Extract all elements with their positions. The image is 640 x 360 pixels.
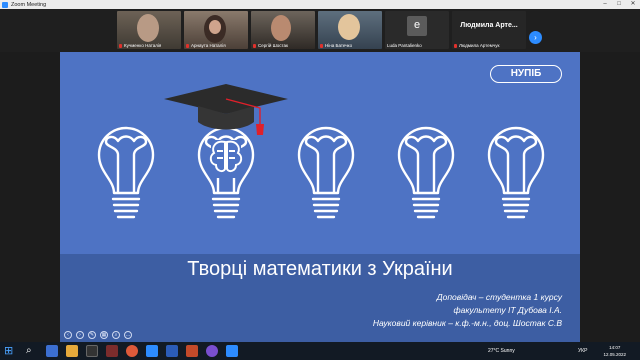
participant-tile[interactable]: Сергій Шостак bbox=[251, 11, 315, 49]
slideshow-toolbar: ‹ › ✎ ▦ ⌕ … bbox=[64, 331, 132, 339]
mic-muted-icon bbox=[454, 43, 457, 48]
zoom-icon[interactable]: ⌕ bbox=[112, 331, 120, 339]
zoom-logo-icon bbox=[2, 1, 8, 8]
mic-muted-icon bbox=[253, 43, 256, 48]
gallery-next-icon[interactable]: › bbox=[529, 31, 542, 44]
window-title: Zoom Meeting bbox=[11, 1, 47, 8]
video-gallery: Кучменко Наталія Арнаута Наталія Сергій … bbox=[0, 9, 640, 52]
pen-icon[interactable]: ✎ bbox=[88, 331, 96, 339]
lightbulb-icon bbox=[487, 126, 545, 219]
participant-display-name: Людмила Арте... bbox=[460, 22, 518, 29]
powerpoint-icon[interactable] bbox=[186, 345, 198, 357]
system-clock[interactable]: 14:07 12.05.2022 bbox=[603, 344, 626, 358]
clock-time: 14:07 bbox=[609, 345, 621, 350]
mic-muted-icon bbox=[320, 43, 323, 48]
graduation-cap-icon bbox=[164, 84, 288, 135]
participant-name: Luda Pantalienko bbox=[387, 43, 422, 48]
participant-tile[interactable]: Ніна Батечко bbox=[318, 11, 382, 49]
mic-muted-icon bbox=[119, 43, 122, 48]
clock-date: 12.05.2022 bbox=[603, 352, 626, 357]
participant-name: Арнаута Наталія bbox=[191, 43, 226, 48]
edge-icon[interactable] bbox=[46, 345, 58, 357]
zoom-meeting-taskbar-icon[interactable] bbox=[226, 345, 238, 357]
participant-tile[interactable]: e Luda Pantalienko bbox=[385, 11, 449, 49]
file-explorer-icon[interactable] bbox=[66, 345, 78, 357]
participant-name: Людмила Артемчук bbox=[459, 43, 500, 48]
viber-icon[interactable] bbox=[206, 345, 218, 357]
participant-video bbox=[271, 15, 291, 41]
window-titlebar: Zoom Meeting – □ ✕ bbox=[0, 0, 640, 9]
participant-name: Сергій Шостак bbox=[258, 43, 289, 48]
lightbulb-icon bbox=[397, 126, 455, 219]
windows-taskbar: ⊞ ⌕ 27°C Sunny УКР 14:07 12.05.2022 bbox=[0, 342, 640, 360]
participant-video bbox=[338, 14, 360, 40]
chrome-icon[interactable] bbox=[126, 345, 138, 357]
faculty-line: факультету ІТ Дубова І.А. bbox=[453, 305, 562, 315]
language-indicator[interactable]: УКР bbox=[578, 342, 587, 360]
participant-tile[interactable]: Кучменко Наталія bbox=[117, 11, 181, 49]
weather-widget[interactable]: 27°C Sunny bbox=[488, 342, 515, 360]
app-icon[interactable] bbox=[106, 345, 118, 357]
minimize-icon[interactable]: – bbox=[598, 0, 612, 9]
word-icon[interactable] bbox=[166, 345, 178, 357]
presenter-line: Доповідач – студентка 1 курсу bbox=[436, 292, 562, 302]
store-icon[interactable] bbox=[86, 345, 98, 357]
search-icon[interactable]: ⌕ bbox=[26, 345, 38, 357]
next-slide-icon[interactable]: › bbox=[76, 331, 84, 339]
lightbulb-icon bbox=[297, 126, 355, 219]
participant-name: Ніна Батечко bbox=[325, 43, 353, 48]
participant-name: Кучменко Наталія bbox=[124, 43, 162, 48]
slide-title: Творці математики з України bbox=[187, 258, 453, 280]
lightbulb-icon bbox=[97, 126, 155, 219]
close-icon[interactable]: ✕ bbox=[626, 0, 640, 9]
avatar: e bbox=[407, 16, 427, 36]
participant-tile[interactable]: Людмила Арте... Людмила Артемчук bbox=[452, 11, 526, 49]
more-options-icon[interactable]: … bbox=[124, 331, 132, 339]
participant-video bbox=[137, 14, 159, 42]
maximize-icon[interactable]: □ bbox=[612, 0, 626, 9]
windows-start-icon[interactable]: ⊞ bbox=[4, 345, 16, 357]
participant-tile[interactable]: Арнаута Наталія bbox=[184, 11, 248, 49]
shared-slide: НУПІБ Творці математики з України Допові… bbox=[60, 52, 580, 342]
slides-grid-icon[interactable]: ▦ bbox=[100, 331, 108, 339]
previous-slide-icon[interactable]: ‹ bbox=[64, 331, 72, 339]
supervisor-line: Науковий керівник – к.ф.-м.н., доц. Шост… bbox=[372, 318, 562, 328]
zoom-taskbar-icon[interactable] bbox=[146, 345, 158, 357]
mic-muted-icon bbox=[186, 43, 189, 48]
lightbulbs-illustration bbox=[97, 84, 545, 219]
